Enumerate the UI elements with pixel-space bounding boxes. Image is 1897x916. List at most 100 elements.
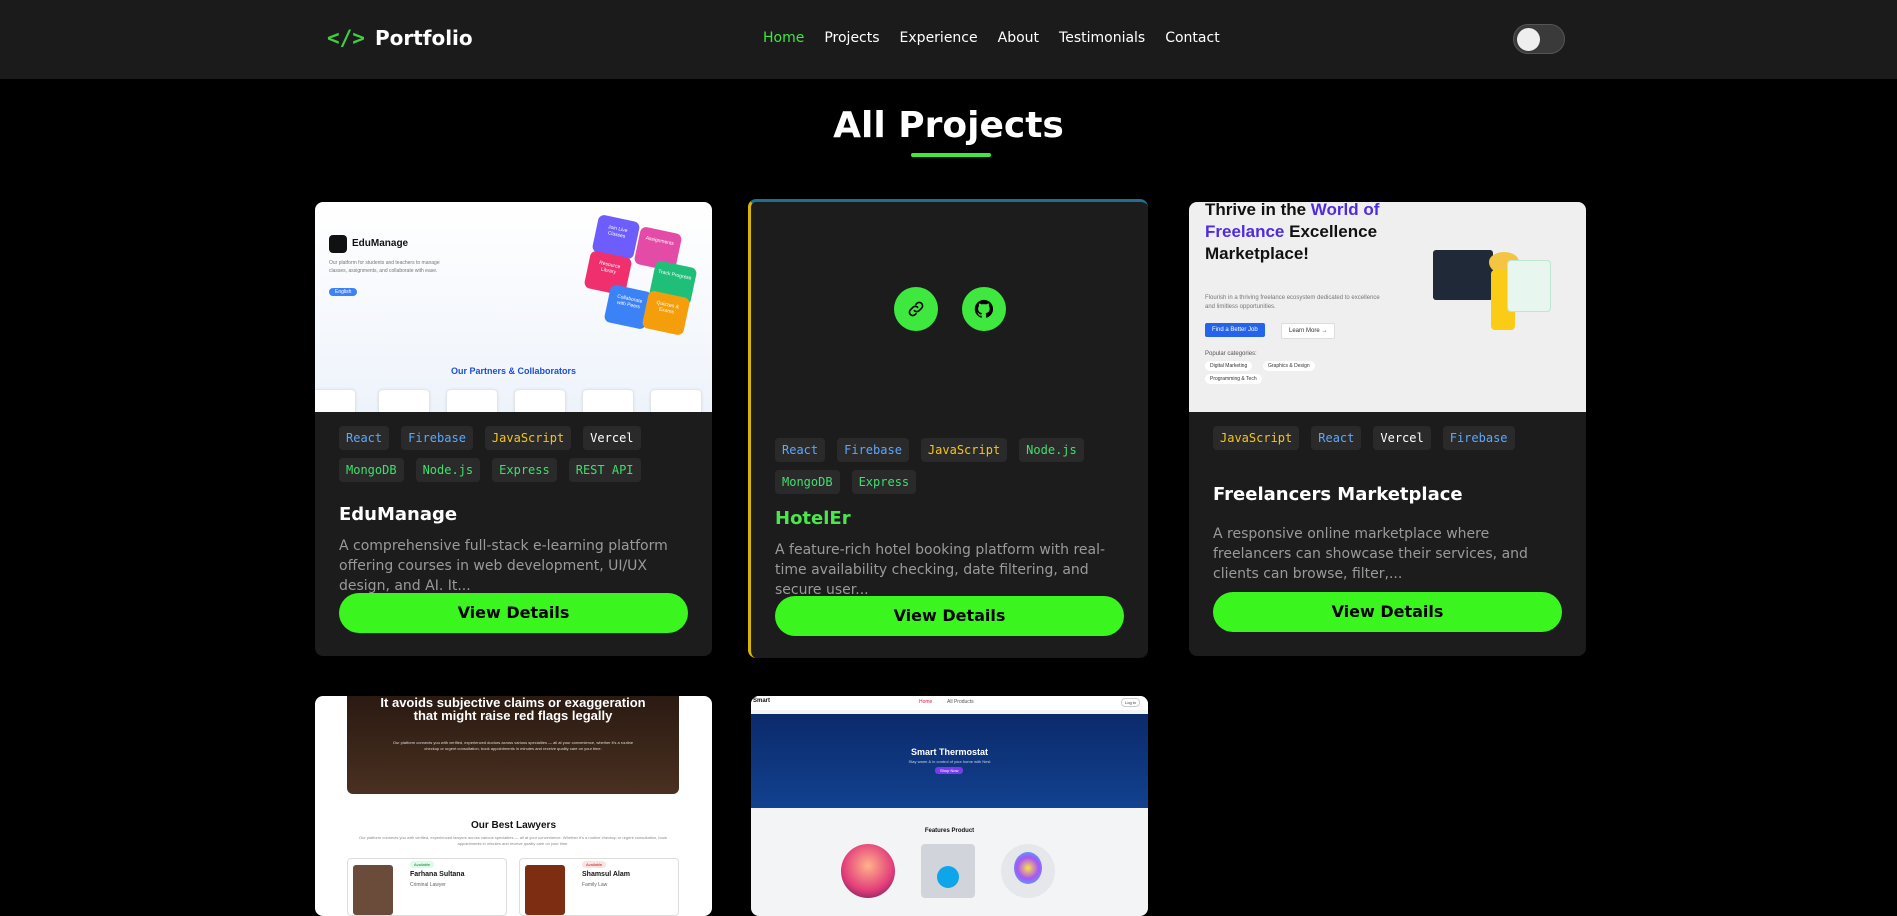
thumb-hero-sub: Our platform connects you with verified,…	[392, 740, 634, 751]
edumanage-logo-icon	[329, 235, 347, 253]
nav-link-projects[interactable]: Projects	[824, 30, 879, 46]
tech-tags: JavaScript React Vercel Firebase	[1213, 426, 1563, 450]
live-link-button[interactable]	[894, 287, 938, 331]
title-underline	[911, 153, 991, 157]
thermostat-dial	[937, 866, 959, 888]
project-thumbnail[interactable]: EduManage Our platform for students and …	[315, 202, 712, 412]
project-card-smart-home: Smart Home All Products Log in Smart The…	[751, 696, 1148, 916]
thumb-primary-btn: Find a Better Job	[1205, 323, 1265, 337]
toggle-knob	[1517, 28, 1540, 51]
product-bulb	[1001, 844, 1055, 898]
partner-logo	[651, 390, 701, 412]
thumb-hero-sub: Stay warm & in control of your home with…	[908, 759, 991, 764]
thumb-nav-products: All Products	[947, 699, 974, 705]
project-thumbnail[interactable]: It avoids subjective claims or exaggerat…	[315, 696, 712, 916]
project-thumbnail[interactable]: Smart Home All Products Log in Smart The…	[751, 696, 1148, 916]
tag: JavaScript	[920, 438, 1008, 462]
thumb-section-heading: Our Best Lawyers	[470, 820, 557, 831]
tag: JavaScript	[1213, 426, 1300, 450]
tag: Node.js	[1019, 438, 1084, 462]
project-title: EduManage	[339, 504, 458, 525]
thumb-lawyer-card: Available Shamsul Alam Family Law	[519, 858, 679, 916]
thumb-lang-chip: English	[329, 288, 358, 296]
partner-logo	[315, 390, 355, 412]
nav-link-about[interactable]: About	[998, 30, 1039, 46]
project-thumbnail[interactable]: Thrive in the World of Freelance Excelle…	[1189, 202, 1586, 412]
thumb-section-sub: Our platform connects you with verified,…	[358, 835, 668, 846]
tech-tags: React Firebase JavaScript Node.js MongoD…	[775, 438, 1125, 494]
tag: Vercel	[1373, 426, 1431, 450]
project-description: A comprehensive full-stack e-learning pl…	[339, 538, 668, 594]
thumb-hero-btn: Shop Now	[935, 767, 964, 774]
thumb-sub: Flourish in a thriving freelance ecosyst…	[1205, 295, 1380, 310]
logo[interactable]: </> Portfolio	[327, 26, 473, 50]
navbar: </> Portfolio Home Projects Experience A…	[0, 0, 1897, 79]
tag: Express	[851, 470, 917, 494]
thumb-tile: Quizzes & Exams	[641, 290, 691, 336]
nav-link-testimonials[interactable]: Testimonials	[1059, 30, 1145, 46]
thumb-secondary-btn: Learn More →	[1281, 323, 1336, 339]
tag: REST API	[568, 458, 641, 482]
thumb-brand: EduManage	[352, 238, 409, 249]
tag: MongoDB	[339, 458, 404, 482]
nav-link-contact[interactable]: Contact	[1165, 30, 1219, 46]
page-title: All Projects	[833, 105, 1064, 146]
tag: Firebase	[837, 438, 909, 462]
tag: JavaScript	[484, 426, 572, 450]
thumb-lawyer-card: Available Farhana Sultana Criminal Lawye…	[347, 858, 507, 916]
thumb-section-heading: Features Product	[924, 828, 975, 834]
thumb-hero-text: It avoids subjective claims or exaggerat…	[380, 696, 646, 723]
project-title: HotelEr	[775, 508, 851, 529]
project-card-lawyers: It avoids subjective claims or exaggerat…	[315, 696, 712, 916]
thumb-categories-label: Popular categories:	[1205, 351, 1257, 357]
github-icon	[974, 299, 994, 318]
lawyer-name: Farhana Sultana	[410, 871, 465, 878]
project-title: Freelancers Marketplace	[1213, 484, 1463, 505]
partner-logo	[379, 390, 429, 412]
lawyer-badge: Available	[582, 861, 607, 868]
nav-link-experience[interactable]: Experience	[900, 30, 978, 46]
project-card-hotler: React Firebase JavaScript Node.js MongoD…	[748, 199, 1148, 658]
thumb-category: Digital Marketing	[1205, 361, 1253, 371]
tag: Node.js	[415, 458, 481, 482]
code-icon: </>	[327, 26, 365, 50]
view-details-button[interactable]: View Details	[775, 596, 1124, 636]
thumb-brand: Smart	[753, 698, 771, 704]
thumb-category: Programming & Tech	[1205, 374, 1262, 384]
illustration-board	[1507, 260, 1551, 312]
view-details-button[interactable]: View Details	[339, 593, 688, 633]
lawyer-badge: Available	[410, 861, 435, 868]
product-thermostat	[921, 844, 975, 898]
lawyer-role: Criminal Lawyer	[410, 882, 446, 888]
nav-links: Home Projects Experience About Testimoni…	[763, 30, 1240, 46]
tag: Firebase	[401, 426, 473, 450]
bulb-glow	[1014, 852, 1042, 884]
thumb-partners-heading: Our Partners & Collaborators	[450, 366, 577, 376]
tag: React	[1311, 426, 1362, 450]
tag: React	[775, 438, 826, 462]
nav-link-home[interactable]: Home	[763, 30, 804, 46]
tag: Firebase	[1442, 426, 1515, 450]
tag: Vercel	[583, 426, 641, 450]
thumb-category: Graphics & Design	[1263, 361, 1315, 371]
project-description: A responsive online marketplace where fr…	[1213, 526, 1528, 582]
theme-toggle[interactable]	[1513, 24, 1565, 54]
thumb-hero-title: Smart Thermostat	[910, 747, 989, 757]
thumb-nav-home: Home	[919, 699, 933, 705]
tag: MongoDB	[775, 470, 840, 494]
link-icon	[908, 301, 924, 317]
tech-tags: React Firebase JavaScript Vercel MongoDB…	[339, 426, 689, 482]
tag: React	[339, 426, 390, 450]
thumb-login: Log in	[1121, 698, 1140, 707]
logo-text: Portfolio	[374, 26, 473, 50]
illustration-monitor	[1433, 250, 1493, 300]
project-card-freelancers: Thrive in the World of Freelance Excelle…	[1189, 202, 1586, 656]
project-card-edumanage: EduManage Our platform for students and …	[315, 202, 712, 656]
github-button[interactable]	[962, 287, 1006, 331]
partner-logo	[515, 390, 565, 412]
lawyer-photo	[525, 865, 565, 915]
project-description: A feature-rich hotel booking platform wi…	[775, 542, 1106, 598]
lawyer-name: Shamsul Alam	[582, 871, 630, 878]
view-details-button[interactable]: View Details	[1213, 592, 1562, 632]
thumb-heading: Thrive in the World of Freelance Excelle…	[1205, 202, 1405, 265]
